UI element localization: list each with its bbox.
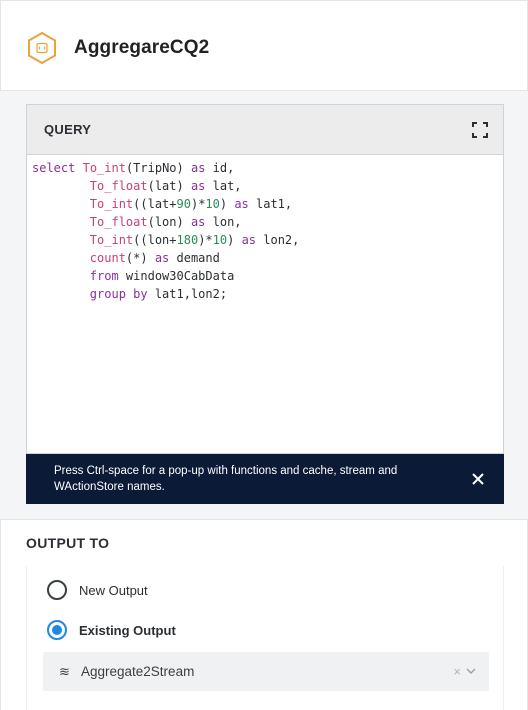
code-token: lat, [205, 179, 242, 193]
code-token: as [234, 197, 249, 211]
code-token: 10 [212, 233, 228, 247]
code-line: To_int((lon+180)*10) as lon2, [32, 231, 498, 249]
query-editor[interactable]: select To_int(TripNo) as id, To_float(la… [27, 155, 503, 307]
new-output-radio[interactable] [47, 580, 67, 600]
code-token: 10 [205, 197, 220, 211]
code-token: )* [198, 233, 213, 247]
code-token: count [89, 251, 126, 265]
existing-output-radio[interactable] [47, 620, 67, 640]
code-token: from [89, 269, 119, 283]
page-title: AggregareCQ2 [74, 37, 210, 58]
code-token: lon2, [256, 233, 300, 247]
code-token: 90 [176, 197, 191, 211]
code-token: (TripNo) [125, 161, 191, 175]
code-line: select To_int(TripNo) as id, [32, 159, 498, 177]
code-token: (lat) [147, 179, 191, 193]
code-token: window30CabData [118, 269, 235, 283]
code-token: To_int [89, 233, 134, 247]
output-stream-select[interactable]: ≋ Aggregate2Stream × [43, 652, 489, 691]
code-token: id, [205, 161, 235, 175]
code-token: 180 [176, 233, 199, 247]
hint-text: Press Ctrl-space for a pop-up with funct… [54, 465, 398, 493]
code-token: as [190, 179, 206, 193]
query-panel: QUERY select To_int(TripNo) as id, To_fl… [26, 104, 504, 454]
code-token: To_int [82, 161, 126, 175]
code-line: from window30CabData [32, 267, 498, 285]
code-token: To_float [89, 215, 148, 229]
code-line: To_float(lon) as lon, [32, 213, 498, 231]
new-output-label: New Output [79, 582, 148, 598]
code-token: as [190, 161, 206, 175]
output-card: New Output Existing Output ≋ Aggregate2S… [26, 566, 504, 710]
code-token: demand [169, 251, 220, 265]
query-panel-header: QUERY [27, 105, 503, 155]
chevron-down-icon[interactable] [465, 666, 477, 678]
close-icon[interactable] [468, 469, 488, 489]
code-token: lat1,lon2; [147, 287, 228, 301]
new-output-option[interactable]: New Output [47, 578, 148, 602]
code-token: (*) [125, 251, 155, 265]
selected-stream: Aggregate2Stream [81, 664, 195, 679]
code-token: ((lat+ [133, 197, 177, 211]
cq-hexagon-icon [26, 31, 58, 65]
code-token: lat1, [248, 197, 293, 211]
code-token: ((lon+ [133, 233, 177, 247]
expand-icon[interactable] [471, 121, 489, 139]
code-line: To_int((lat+90)*10) as lat1, [32, 195, 498, 213]
code-token: as [190, 215, 206, 229]
code-token: lon, [205, 215, 242, 229]
code-token: To_int [89, 197, 134, 211]
query-label: QUERY [44, 122, 92, 137]
code-token: To_float [89, 179, 148, 193]
code-token: group by [89, 287, 148, 301]
code-token: )* [190, 197, 206, 211]
code-token: ) [227, 233, 242, 247]
output-section-title: OUTPUT TO [26, 535, 110, 551]
code-token: (lon) [147, 215, 191, 229]
code-token: as [241, 233, 257, 247]
code-token: select [32, 161, 76, 175]
existing-output-option[interactable]: Existing Output [47, 618, 176, 642]
clear-icon[interactable]: × [453, 664, 461, 679]
code-token: as [154, 251, 170, 265]
hint-bar: Press Ctrl-space for a pop-up with funct… [26, 454, 504, 504]
existing-output-label: Existing Output [79, 622, 176, 638]
code-line: To_float(lat) as lat, [32, 177, 498, 195]
code-line: count(*) as demand [32, 249, 498, 267]
code-line: group by lat1,lon2; [32, 285, 498, 303]
page-header: AggregareCQ2 [26, 30, 209, 66]
stream-icon: ≋ [59, 663, 70, 679]
code-token: ) [219, 197, 235, 211]
